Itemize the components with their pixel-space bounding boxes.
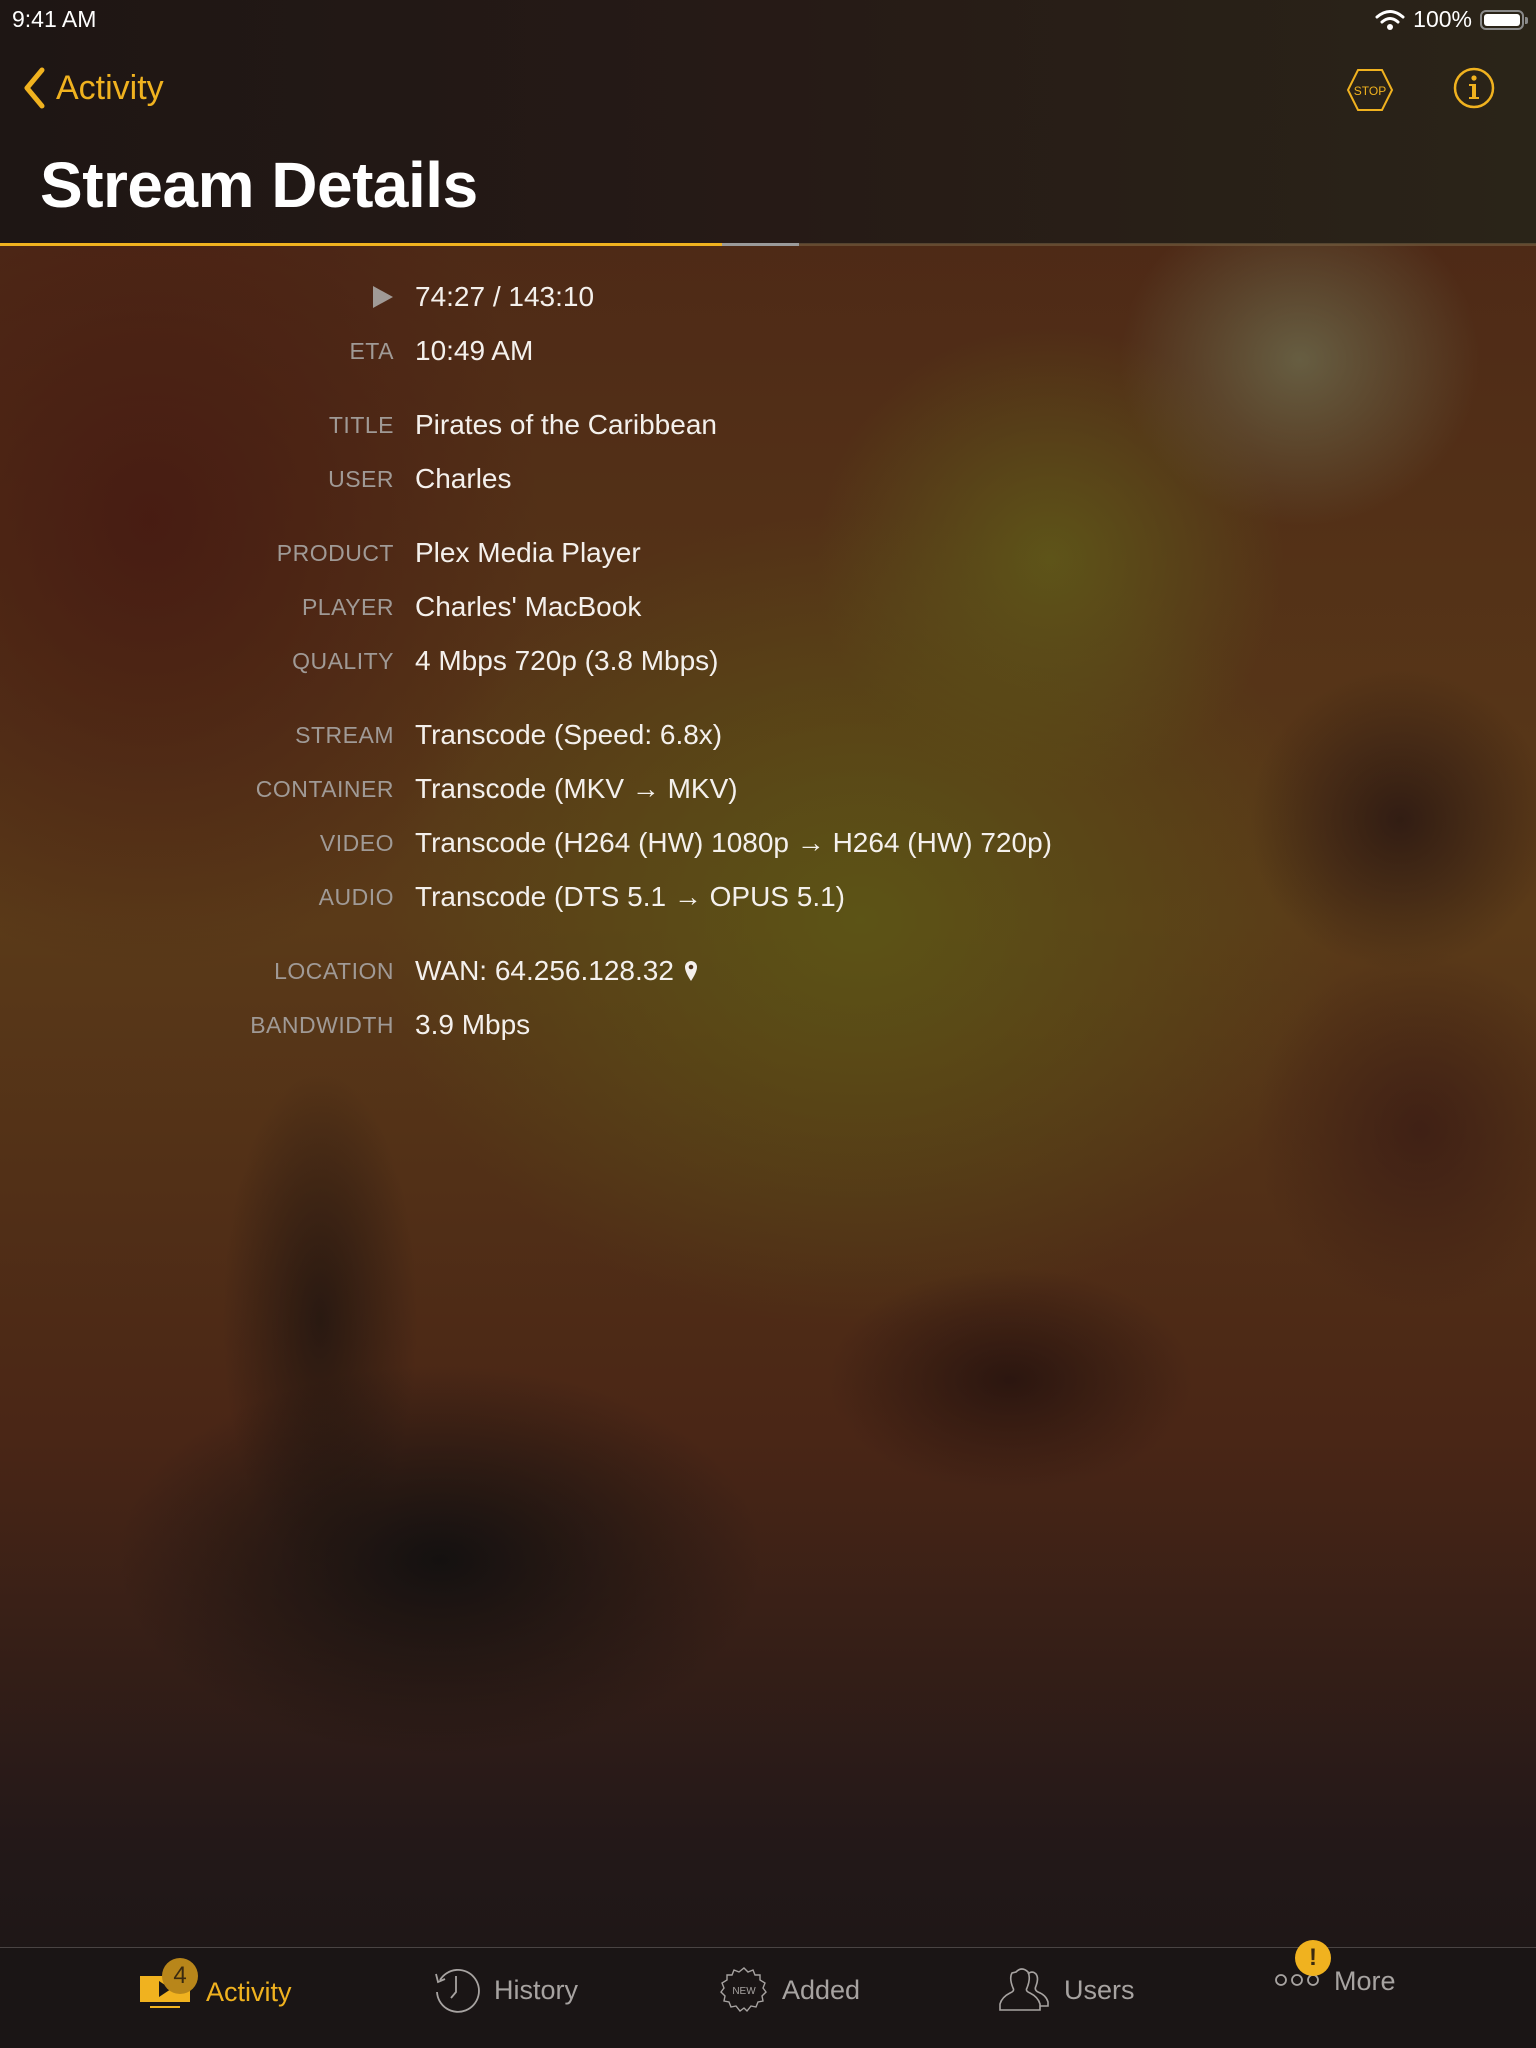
new-badge-icon: NEW: [720, 1967, 767, 2013]
detail-value-text: Charles' MacBook: [415, 591, 642, 622]
stop-sign-icon: STOP: [1346, 69, 1394, 111]
detail-value: Transcode (MKV → MKV): [415, 773, 738, 805]
detail-label: PLAYER: [301, 593, 394, 620]
detail-row: CONTAINER Transcode (MKV → MKV): [0, 762, 1536, 816]
tab-label: Activity: [206, 1977, 292, 2007]
detail-row: 74:27 / 143:10: [0, 270, 1536, 324]
tab-activity[interactable]: 4 Activity: [138, 1958, 292, 2019]
detail-row: PLAYER Charles' MacBook: [0, 580, 1536, 634]
tab-added[interactable]: NEW Added: [720, 1966, 860, 2014]
detail-label: PRODUCT: [276, 539, 394, 566]
detail-row: LOCATION WAN: 64.256.128.32: [0, 944, 1536, 998]
tab-label: More: [1334, 1966, 1396, 1996]
detail-label: USER: [328, 465, 394, 492]
tab-label: History: [494, 1974, 579, 2005]
info-icon: [1453, 67, 1495, 109]
detail-value-text: 3.9 Mbps: [415, 1009, 531, 1040]
status-time: 9:41 AM: [12, 6, 97, 32]
map-pin-icon[interactable]: [684, 960, 698, 982]
detail-value-text: 10:49 AM: [415, 335, 534, 366]
stream-details-list: 74:27 / 143:10 ETA 10:49 AM TITLE Pirates of…: [0, 270, 1536, 1072]
detail-row: QUALITY 4 Mbps 720p (3.8 Mbps): [0, 634, 1536, 688]
back-button[interactable]: Activity: [22, 66, 164, 110]
detail-value: Transcode (H264 (HW) 1080p → H264 (HW) 7…: [415, 827, 1052, 859]
stop-button[interactable]: STOP: [1346, 66, 1394, 114]
detail-value: 74:27 / 143:10: [415, 281, 594, 313]
stop-label: STOP: [1354, 84, 1386, 98]
detail-value-text: Charles: [415, 463, 512, 494]
detail-value: Charles' MacBook: [415, 591, 641, 623]
chevron-left-icon: [24, 67, 45, 109]
detail-label: ETA: [349, 337, 394, 364]
tab-users[interactable]: Users: [998, 1966, 1135, 2014]
detail-value: Plex Media Player: [415, 537, 641, 569]
detail-group: LOCATION WAN: 64.256.128.32 BANDWIDTH 3.9 M…: [0, 944, 1536, 1052]
detail-row: VIDEO Transcode (H264 (HW) 1080p → H264 (…: [0, 816, 1536, 870]
detail-row: ETA 10:49 AM: [0, 324, 1536, 378]
detail-row: BANDWIDTH 3.9 Mbps: [0, 998, 1536, 1052]
tab-more[interactable]: ! More: [1274, 1940, 1396, 1997]
detail-value: Transcode (Speed: 6.8x): [415, 719, 722, 751]
detail-value-text: WAN: 64.256.128.32: [415, 955, 674, 986]
detail-group: PRODUCT Plex Media Player PLAYER Charles' M…: [0, 526, 1536, 688]
detail-value-text: Plex Media Player: [415, 537, 641, 568]
detail-value: 10:49 AM: [415, 335, 533, 367]
detail-row: STREAM Transcode (Speed: 6.8x): [0, 708, 1536, 762]
detail-label: LOCATION: [274, 957, 394, 984]
detail-value: Charles: [415, 463, 511, 495]
detail-value: Pirates of the Caribbean: [415, 409, 717, 441]
detail-value-text: Transcode (DTS 5.1 → OPUS 5.1): [415, 881, 845, 912]
detail-group: STREAM Transcode (Speed: 6.8x) CONTAINER Tr…: [0, 708, 1536, 924]
detail-value-text: Transcode (Speed: 6.8x): [415, 719, 723, 750]
tab-history[interactable]: History: [432, 1966, 578, 2014]
page-title: Stream Details: [40, 149, 478, 221]
detail-value-text: Pirates of the Caribbean: [415, 409, 717, 440]
tab-bar: 4 Activity History NEW Added Users ! Mor…: [0, 1940, 1536, 2048]
detail-label: VIDEO: [319, 829, 394, 856]
status-bar: 9:41 AM 100%: [0, 0, 1536, 40]
detail-label: QUALITY: [292, 647, 394, 674]
detail-value: WAN: 64.256.128.32: [415, 955, 698, 987]
detail-label: CONTAINER: [255, 775, 394, 802]
tab-label: Users: [1064, 1974, 1135, 2005]
detail-label: AUDIO: [318, 883, 394, 910]
detail-group: TITLE Pirates of the Caribbean USER Charles: [0, 398, 1536, 506]
battery-percent: 100%: [1413, 6, 1472, 32]
detail-group: 74:27 / 143:10 ETA 10:49 AM: [0, 270, 1536, 378]
new-badge-text: NEW: [732, 1986, 756, 1997]
detail-value-text: Transcode (MKV → MKV): [415, 773, 738, 804]
detail-value: 3.9 Mbps: [415, 1009, 530, 1041]
progress-watched: [0, 243, 722, 246]
detail-row: AUDIO Transcode (DTS 5.1 → OPUS 5.1): [0, 870, 1536, 924]
detail-row: TITLE Pirates of the Caribbean: [0, 398, 1536, 452]
users-icon: [999, 1968, 1049, 2011]
detail-value-text: Transcode (H264 (HW) 1080p → H264 (HW) 7…: [415, 827, 1052, 858]
detail-label: STREAM: [295, 721, 394, 748]
play-icon: [0, 286, 415, 308]
tab-label: Added: [782, 1974, 861, 2005]
info-button[interactable]: [1452, 66, 1496, 110]
detail-row: PRODUCT Plex Media Player: [0, 526, 1536, 580]
detail-value-text: 74:27 / 143:10: [415, 281, 595, 312]
battery-full-icon: [1480, 9, 1528, 30]
back-button-label: Activity: [56, 68, 164, 107]
activity-count-badge: 4: [162, 1958, 198, 1994]
detail-row: USER Charles: [0, 452, 1536, 506]
alert-badge: !: [1295, 1940, 1331, 1976]
detail-value: Transcode (DTS 5.1 → OPUS 5.1): [415, 881, 845, 913]
clock-history-icon: [435, 1968, 480, 2013]
detail-label: BANDWIDTH: [250, 1011, 394, 1038]
detail-value-text: 4 Mbps 720p (3.8 Mbps): [415, 645, 719, 676]
playback-progress-bar: [0, 243, 1536, 246]
play-icon: [373, 286, 393, 308]
detail-label: TITLE: [328, 411, 394, 438]
detail-value: 4 Mbps 720p (3.8 Mbps): [415, 645, 719, 677]
wifi-icon: [1375, 9, 1405, 30]
